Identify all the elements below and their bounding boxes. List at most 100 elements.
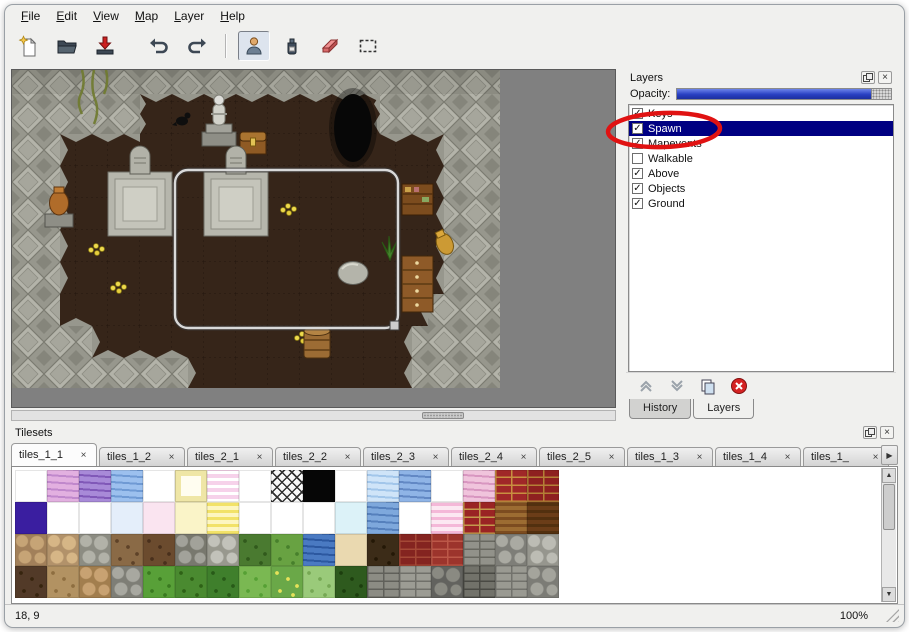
- tile-swatch[interactable]: [79, 566, 111, 598]
- tile-swatch[interactable]: [431, 566, 463, 598]
- tileset-tab-tiles_1_[interactable]: tiles_1_×: [803, 447, 889, 466]
- tileset-tab-tiles_2_4[interactable]: tiles_2_4×: [451, 447, 537, 466]
- tab-close-icon[interactable]: ×: [782, 452, 793, 463]
- map-canvas[interactable]: [11, 69, 616, 408]
- tab-close-icon[interactable]: ×: [342, 452, 353, 463]
- tile-swatch[interactable]: [143, 470, 175, 502]
- undo-button[interactable]: [143, 31, 175, 61]
- tile-swatch[interactable]: [335, 470, 367, 502]
- tile-swatch[interactable]: [239, 502, 271, 534]
- layer-move-up-button[interactable]: [636, 376, 656, 396]
- person-stamp-tool-button[interactable]: [238, 31, 270, 61]
- layer-visibility-checkbox[interactable]: ✓: [632, 198, 643, 209]
- tile-swatch[interactable]: [463, 502, 495, 534]
- tile-swatch[interactable]: [15, 502, 47, 534]
- fill-tool-button[interactable]: [276, 31, 308, 61]
- opacity-slider[interactable]: [676, 88, 892, 100]
- dock-tab-history[interactable]: History: [629, 399, 691, 419]
- tile-swatch[interactable]: [47, 566, 79, 598]
- tileset-tab-tiles_1_1[interactable]: tiles_1_1×: [11, 443, 97, 466]
- menu-edit[interactable]: Edit: [48, 7, 85, 25]
- tile-swatch[interactable]: [431, 502, 463, 534]
- tab-close-icon[interactable]: ×: [78, 450, 89, 461]
- tile-swatch[interactable]: [495, 534, 527, 566]
- tile-swatch[interactable]: [527, 502, 559, 534]
- tile-swatch[interactable]: [79, 502, 111, 534]
- tile-swatch[interactable]: [143, 502, 175, 534]
- tile-swatch[interactable]: [399, 470, 431, 502]
- tile-swatch[interactable]: [271, 502, 303, 534]
- layer-duplicate-button[interactable]: [698, 376, 718, 396]
- tile-swatch[interactable]: [111, 502, 143, 534]
- dock-tab-layers[interactable]: Layers: [693, 399, 754, 419]
- tile-swatch[interactable]: [463, 566, 495, 598]
- tile-swatch[interactable]: [143, 566, 175, 598]
- save-button[interactable]: [89, 31, 121, 61]
- menu-layer[interactable]: Layer: [166, 7, 212, 25]
- tile-swatch[interactable]: [15, 470, 47, 502]
- tile-swatch[interactable]: [79, 534, 111, 566]
- tile-swatch[interactable]: [367, 566, 399, 598]
- tile-swatch[interactable]: [207, 502, 239, 534]
- layer-visibility-checkbox[interactable]: ✓: [632, 183, 643, 194]
- tile-swatch[interactable]: [15, 566, 47, 598]
- tile-swatch[interactable]: [271, 566, 303, 598]
- tile-swatch[interactable]: [143, 534, 175, 566]
- layer-move-down-button[interactable]: [667, 376, 687, 396]
- tile-swatch[interactable]: [239, 470, 271, 502]
- menu-map[interactable]: Map: [127, 7, 166, 25]
- tile-swatch[interactable]: [367, 470, 399, 502]
- tileset-tab-tiles_1_3[interactable]: tiles_1_3×: [627, 447, 713, 466]
- tile-swatch[interactable]: [239, 566, 271, 598]
- tile-swatch[interactable]: [335, 502, 367, 534]
- scroll-track[interactable]: [882, 483, 896, 587]
- tile-swatch[interactable]: [367, 534, 399, 566]
- tile-swatch[interactable]: [399, 502, 431, 534]
- tile-swatch[interactable]: [303, 566, 335, 598]
- map-horizontal-scrollbar[interactable]: [11, 410, 616, 421]
- layer-row-ground[interactable]: ✓Ground: [629, 196, 893, 211]
- tileset-tab-tiles_2_2[interactable]: tiles_2_2×: [275, 447, 361, 466]
- tab-scroll-right-button[interactable]: ▶: [881, 445, 898, 465]
- tile-swatch[interactable]: [303, 502, 335, 534]
- tile-swatch[interactable]: [175, 566, 207, 598]
- tileset-tab-tiles_2_1[interactable]: tiles_2_1×: [187, 447, 273, 466]
- tile-swatch[interactable]: [303, 470, 335, 502]
- selection-resize-grip[interactable]: [390, 321, 399, 330]
- tile-swatch[interactable]: [207, 470, 239, 502]
- tab-close-icon[interactable]: ×: [606, 452, 617, 463]
- tileset-tab-tiles_2_3[interactable]: tiles_2_3×: [363, 447, 449, 466]
- layers-close-button[interactable]: ×: [878, 71, 892, 84]
- tilesets-close-button[interactable]: ×: [880, 426, 894, 439]
- layer-visibility-checkbox[interactable]: [632, 153, 643, 164]
- tile-swatch[interactable]: [79, 470, 111, 502]
- layers-float-button[interactable]: [861, 71, 875, 84]
- tile-swatch[interactable]: [175, 502, 207, 534]
- tile-swatch[interactable]: [47, 470, 79, 502]
- layer-row-above[interactable]: ✓Above: [629, 166, 893, 181]
- tile-swatch[interactable]: [15, 534, 47, 566]
- tile-swatch[interactable]: [463, 534, 495, 566]
- layer-row-objects[interactable]: ✓Objects: [629, 181, 893, 196]
- map-hscroll-thumb[interactable]: [422, 412, 464, 419]
- tile-swatch[interactable]: [367, 502, 399, 534]
- tile-swatch[interactable]: [207, 566, 239, 598]
- tab-close-icon[interactable]: ×: [166, 452, 177, 463]
- tab-close-icon[interactable]: ×: [518, 452, 529, 463]
- tile-swatch[interactable]: [527, 534, 559, 566]
- menu-help[interactable]: Help: [212, 7, 253, 25]
- tileset-tab-tiles_2_5[interactable]: tiles_2_5×: [539, 447, 625, 466]
- tile-swatch[interactable]: [399, 566, 431, 598]
- layer-visibility-checkbox[interactable]: ✓: [632, 123, 643, 134]
- tile-vertical-scrollbar[interactable]: ▲ ▼: [881, 468, 896, 602]
- tilesets-float-button[interactable]: [863, 426, 877, 439]
- layer-visibility-checkbox[interactable]: ✓: [632, 168, 643, 179]
- tab-close-icon[interactable]: ×: [694, 452, 705, 463]
- eraser-tool-button[interactable]: [314, 31, 346, 61]
- scroll-down-button[interactable]: ▼: [882, 587, 896, 602]
- scroll-thumb[interactable]: [883, 484, 895, 530]
- scroll-up-button[interactable]: ▲: [882, 468, 896, 483]
- tab-close-icon[interactable]: ×: [430, 452, 441, 463]
- tile-swatch[interactable]: [111, 534, 143, 566]
- tile-swatch[interactable]: [399, 534, 431, 566]
